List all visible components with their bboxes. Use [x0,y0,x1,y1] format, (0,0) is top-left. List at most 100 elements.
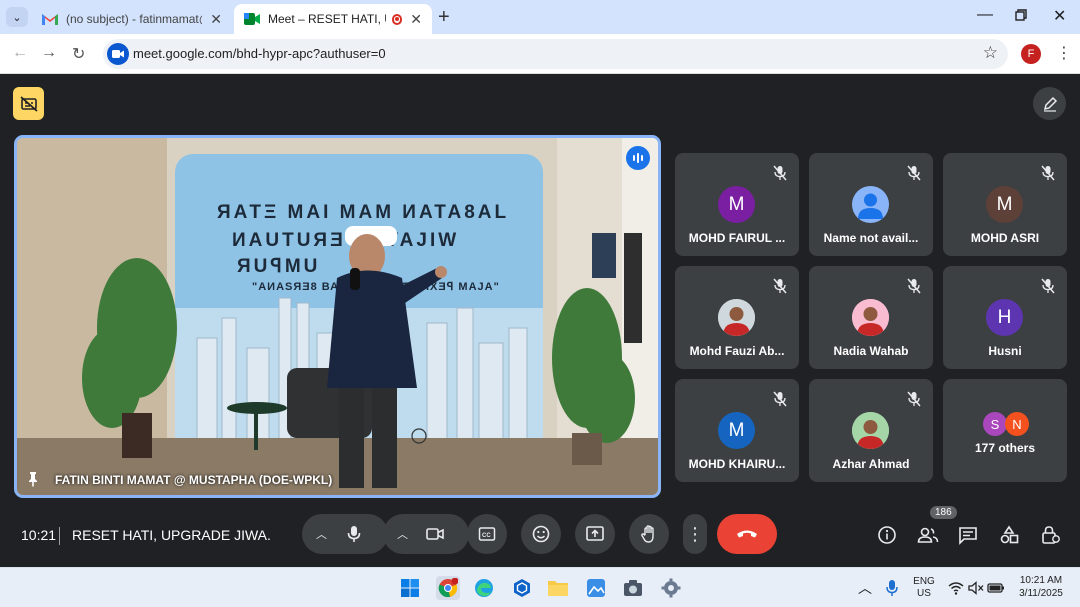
default-avatar-icon [858,193,883,219]
more-options-button[interactable]: ⋮ [683,514,707,554]
browser-menu-icon[interactable]: ⋮ [1056,43,1072,63]
close-window-icon[interactable]: ✕ [1053,6,1066,26]
windows-start-icon[interactable] [398,576,422,600]
new-tab-button[interactable]: + [438,6,450,29]
participant-avatar: M [718,412,755,449]
camera-options-chevron-icon[interactable]: ︿ [397,526,408,542]
language-indicator[interactable]: ENG US [910,576,938,600]
edge-taskbar-icon[interactable] [472,576,496,600]
mic-icon[interactable] [344,524,364,544]
others-avatar-1: S [983,412,1007,436]
participant-name: Azhar Ahmad [832,457,910,471]
participant-tile[interactable]: M MOHD ASRI [943,153,1067,256]
participant-tile[interactable]: H Husni [943,266,1067,369]
site-info-icon[interactable] [107,43,129,65]
minimize-icon[interactable]: — [977,6,993,24]
participant-name: Mohd Fauzi Ab... [689,344,785,358]
participant-tile[interactable]: Mohd Fauzi Ab... [675,266,799,369]
meeting-title: RESET HATI, UPGRADE JIWA. [72,527,271,543]
meet-control-bar: 10:21 RESET HATI, UPGRADE JIWA. ︿ ︿ CC ⋮ [0,506,1080,567]
participant-photo [718,299,755,336]
activities-icon[interactable] [998,524,1020,546]
tray-mic-icon[interactable] [880,576,904,600]
participant-avatar: M [986,186,1023,223]
mic-off-icon [907,391,921,407]
chrome-taskbar-icon[interactable] [436,576,460,600]
present-screen-button[interactable] [575,514,615,554]
back-icon[interactable]: ← [12,44,28,62]
participant-avatar [852,186,889,223]
closed-captions-icon: CC [478,527,496,541]
chat-icon[interactable] [957,524,979,546]
bookmark-star-icon[interactable]: ☆ [983,43,998,63]
tab-title: (no subject) - fatinmamat@doe [66,12,202,26]
present-icon [586,526,604,541]
forward-icon[interactable]: → [41,44,57,62]
whiteboard-button[interactable] [1033,87,1066,120]
photos-taskbar-icon[interactable] [584,576,608,600]
omnibox[interactable]: meet.google.com/bhd-hypr-apc?authuser=0 … [103,39,1008,69]
mic-off-icon [773,165,787,181]
raise-hand-button[interactable] [629,514,669,554]
mic-off-icon [1041,278,1055,294]
participant-name: Husni [988,344,1022,358]
address-bar-row: ← → ↻ meet.google.com/bhd-hypr-apc?authu… [0,34,1080,74]
close-tab-icon[interactable]: ✕ [410,11,422,28]
restore-icon[interactable] [1015,8,1027,26]
camera-icon[interactable] [425,524,445,544]
mic-control[interactable]: ︿ [302,514,388,554]
file-explorer-icon[interactable] [546,576,570,600]
svg-text:ЯАТΞ MAI MAM ИATA8AL: ЯАТΞ MAI MAM ИATA8AL [217,202,509,223]
meeting-info-icon[interactable] [876,524,898,546]
tab-meet[interactable]: Meet – RESET HATI, UPGRADE JIWA. ✕ [234,4,432,34]
participant-tile[interactable]: Name not avail... [809,153,933,256]
tray-overflow-chevron-icon[interactable]: ︿ [858,578,872,598]
people-icon[interactable] [917,524,939,546]
participant-avatar: M [718,186,755,223]
tab-search-button[interactable]: ⌄ [6,7,28,27]
leave-call-button[interactable] [717,514,777,554]
host-controls-button[interactable] [13,87,44,120]
battery-icon[interactable] [984,576,1008,600]
captions-button[interactable]: CC [467,514,507,554]
participant-tile[interactable]: M MOHD FAIRUL ... [675,153,799,256]
reload-icon[interactable]: ↻ [72,44,85,64]
people-count-badge: 186 [930,506,957,519]
tab-gmail[interactable]: (no subject) - fatinmamat@doe ✕ [32,4,232,34]
gmail-icon [42,14,58,25]
svg-text:ЯUꟼMU: ЯUꟼMU [237,256,320,277]
windows-taskbar: ︿ ENG US 10:21 AM 3/11/2025 [0,567,1080,607]
emoji-icon [532,525,550,543]
mic-options-chevron-icon[interactable]: ︿ [316,526,327,542]
browser-tab-bar: ⌄ (no subject) - fatinmamat@doe ✕ Meet –… [0,0,1080,34]
reactions-button[interactable] [521,514,561,554]
app-taskbar-icon[interactable] [510,576,534,600]
participant-tile[interactable]: Nadia Wahab [809,266,933,369]
profile-avatar[interactable]: F [1021,44,1041,64]
participant-avatar: H [986,299,1023,336]
others-tile[interactable]: S N 177 others [943,379,1067,482]
taskbar-date: 3/11/2025 [1019,588,1063,599]
participant-photo [852,299,889,336]
person-photo [718,299,755,336]
presenter-video[interactable]: ЯАТΞ MAI MAM ИATA8AL ИАUTUЯƎ HAYAJIW ЯUꟼ… [14,135,661,498]
participant-tile[interactable]: M MOHD KHAIRU... [675,379,799,482]
pin-icon[interactable] [25,471,41,487]
taskbar-clock[interactable]: 10:21 AM 3/11/2025 [1012,574,1070,600]
mic-off-icon [773,278,787,294]
hand-icon [641,525,654,543]
close-tab-icon[interactable]: ✕ [210,11,222,28]
tab-title: Meet – RESET HATI, UPGRADE JIWA. [268,12,386,26]
camera-control[interactable]: ︿ [383,514,469,554]
participant-name: Name not avail... [823,231,919,245]
person-photo [852,412,889,449]
captions-off-icon [19,95,38,112]
meet-icon [244,13,260,25]
meeting-clock: 10:21 [21,527,57,543]
host-lock-icon[interactable] [1039,524,1061,546]
participant-tile[interactable]: Azhar Ahmad [809,379,933,482]
person-photo [852,299,889,336]
svg-text:CC: CC [482,533,491,539]
settings-taskbar-icon[interactable] [659,576,683,600]
camera-taskbar-icon[interactable] [621,576,645,600]
